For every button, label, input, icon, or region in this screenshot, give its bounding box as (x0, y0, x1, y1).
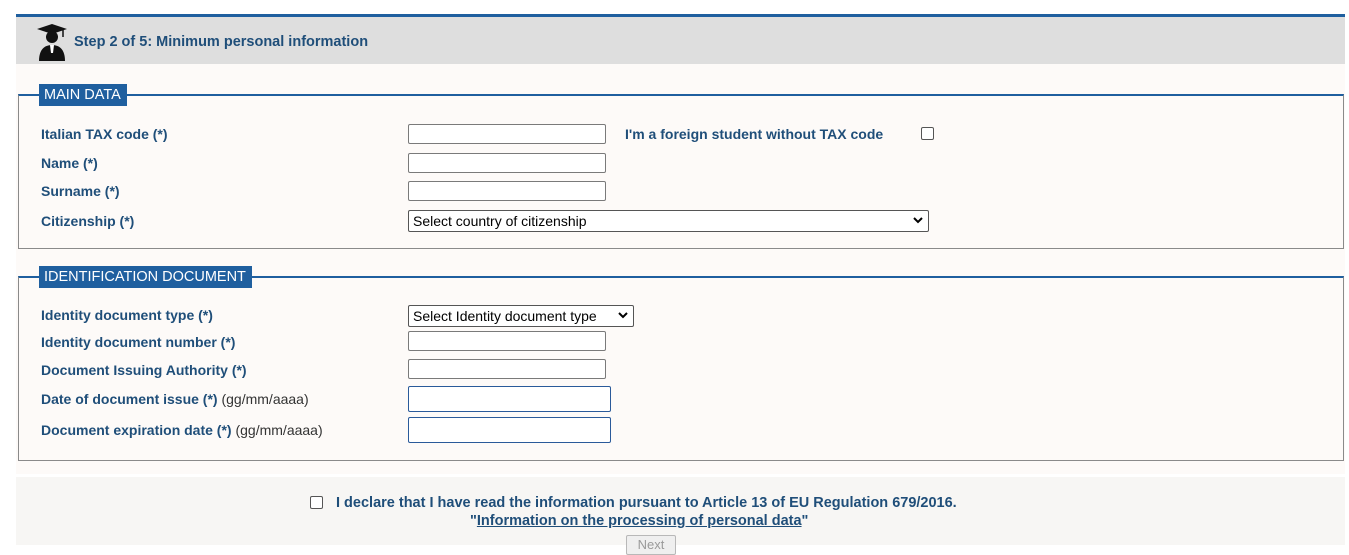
identification-document-legend: IDENTIFICATION DOCUMENT (39, 266, 252, 288)
issue-date-format-hint: (gg/mm/aaaa) (221, 391, 309, 407)
citizenship-select[interactable]: Select country of citizenship (408, 210, 929, 232)
citizenship-selected-value: Select country of citizenship (413, 213, 587, 229)
doc-number-label: Identity document number (*) (41, 334, 236, 350)
expiry-date-label-text: Document expiration date (*) (41, 422, 232, 438)
chevron-down-icon (618, 312, 628, 319)
doc-number-input[interactable] (408, 331, 606, 351)
citizenship-label: Citizenship (*) (41, 213, 135, 229)
name-label: Name (*) (41, 155, 98, 171)
doc-type-select[interactable]: Select Identity document type (408, 305, 634, 327)
next-button[interactable]: Next (626, 535, 676, 555)
issue-date-input[interactable] (408, 386, 611, 412)
doc-type-label: Identity document type (*) (41, 307, 213, 323)
tax-code-label: Italian TAX code (*) (41, 126, 168, 142)
page-title: Step 2 of 5: Minimum personal informatio… (74, 34, 369, 50)
expiry-date-format-hint: (gg/mm/aaaa) (235, 422, 323, 438)
expiry-date-input[interactable] (408, 417, 611, 443)
issue-date-label: Date of document issue (*) (gg/mm/aaaa) (41, 391, 309, 407)
expiry-date-label: Document expiration date (*) (gg/mm/aaaa… (41, 422, 323, 438)
step-header: Step 2 of 5: Minimum personal informatio… (16, 14, 1345, 67)
quote-close: " (801, 513, 809, 529)
issuing-authority-input[interactable] (408, 359, 606, 379)
main-data-section: MAIN DATA Italian TAX code (*) I'm a for… (18, 84, 1344, 249)
footer-area (16, 477, 1345, 545)
privacy-declaration-checkbox[interactable] (310, 496, 323, 509)
name-input[interactable] (408, 153, 606, 173)
issue-date-label-text: Date of document issue (*) (41, 391, 218, 407)
tax-code-input[interactable] (408, 124, 606, 144)
main-data-legend: MAIN DATA (39, 84, 127, 106)
surname-label: Surname (*) (41, 183, 120, 199)
chevron-down-icon (913, 217, 923, 224)
foreign-student-label: I'm a foreign student without TAX code (625, 126, 884, 142)
quote-open: " (470, 513, 477, 529)
surname-input[interactable] (408, 181, 606, 201)
identification-document-section: IDENTIFICATION DOCUMENT Identity documen… (18, 266, 1344, 461)
privacy-info-line: "Information on the processing of person… (470, 513, 808, 529)
privacy-declaration-text: I declare that I have read the informati… (336, 495, 957, 511)
graduate-student-icon (37, 24, 67, 61)
issuing-authority-label: Document Issuing Authority (*) (41, 362, 247, 378)
doc-type-selected-value: Select Identity document type (413, 308, 597, 324)
foreign-student-checkbox[interactable] (921, 127, 934, 140)
privacy-info-link[interactable]: Information on the processing of persona… (477, 513, 802, 529)
